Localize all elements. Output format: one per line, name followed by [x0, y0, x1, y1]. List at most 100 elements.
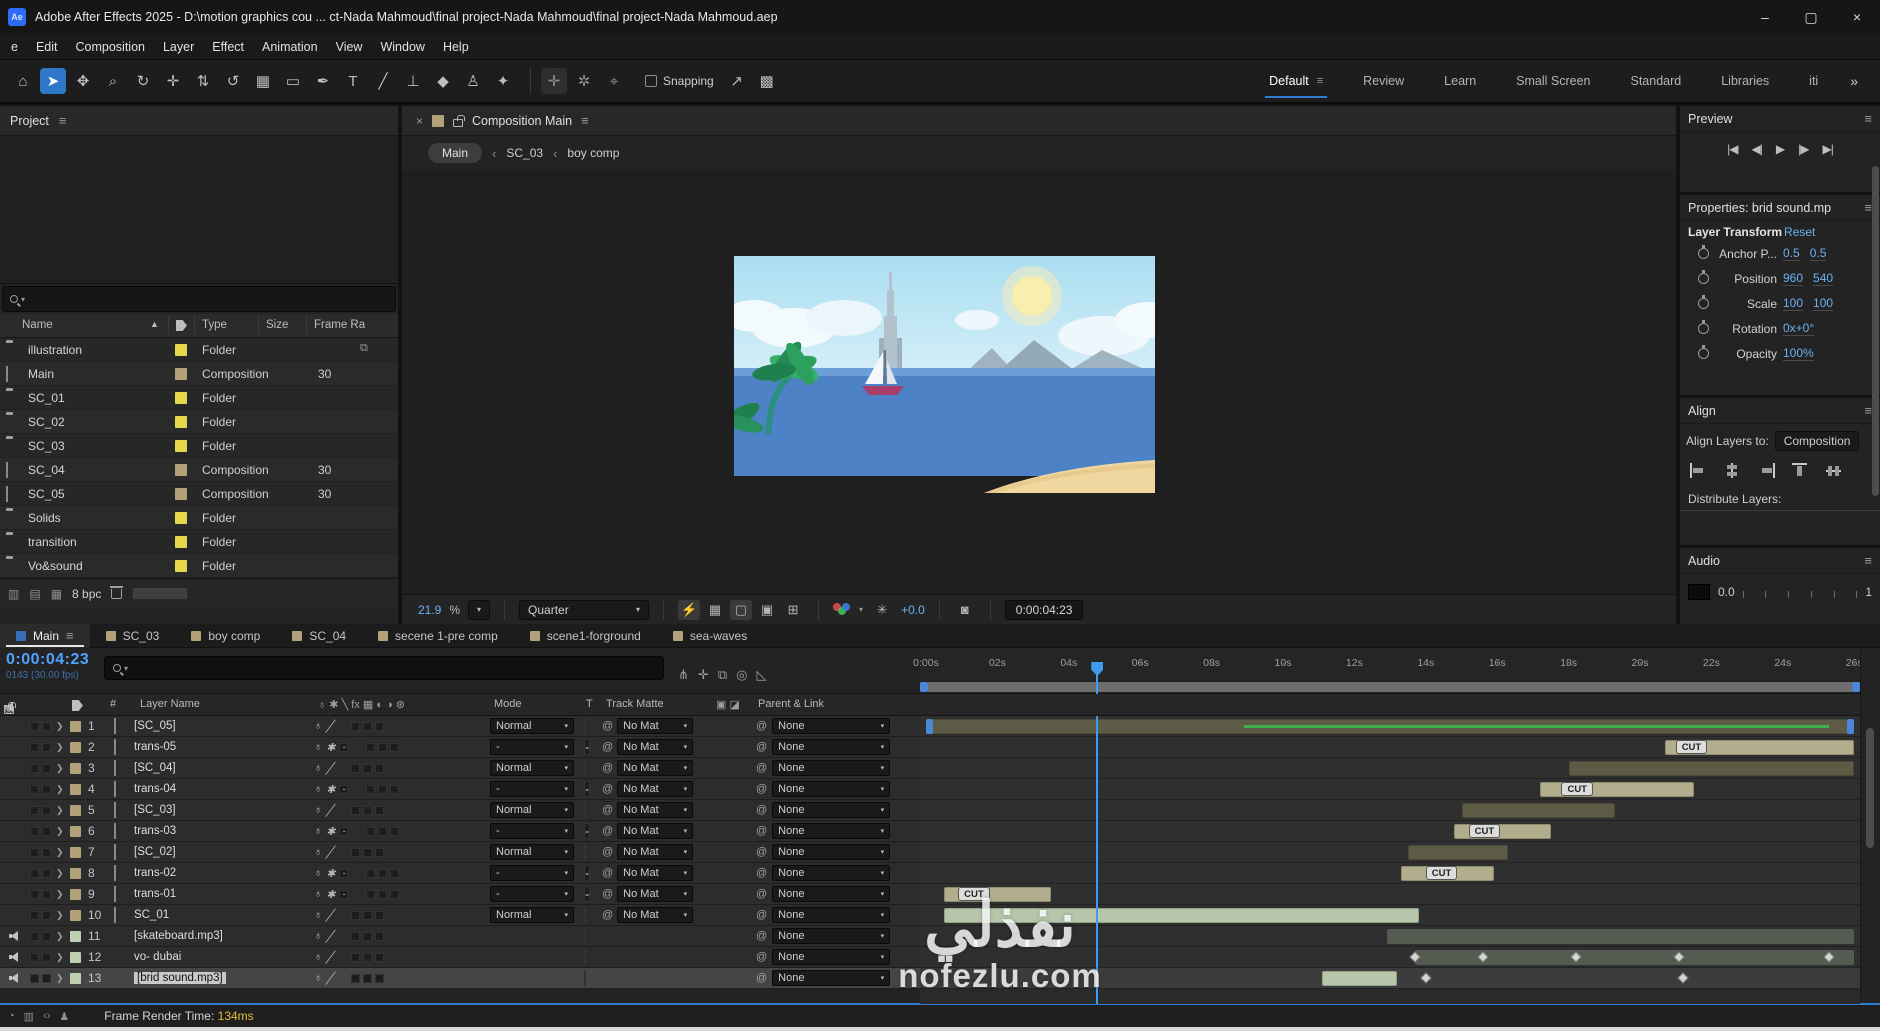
interpret-footage-icon[interactable]: ▥	[8, 587, 19, 601]
blend-mode-dropdown[interactable]: Normal▾	[490, 760, 584, 776]
last-frame-button[interactable]: ▶|	[1822, 142, 1832, 156]
solo-lock-toggles[interactable]	[30, 743, 56, 752]
lock-toggle[interactable]	[42, 953, 51, 962]
preserve-transparency-toggle[interactable]: -	[584, 740, 602, 754]
project-row[interactable]: SolidsFolder	[0, 506, 398, 530]
blend-mode-dropdown[interactable]: -▾	[490, 823, 584, 839]
work-area-start-handle[interactable]	[920, 682, 928, 692]
workspace-overflow-button[interactable]: »	[1838, 73, 1870, 89]
roto-brush-tool-icon[interactable]: ✦	[490, 68, 516, 94]
align-target-dropdown[interactable]: Composition	[1775, 431, 1860, 451]
timeline-tab-sc_03[interactable]: SC_03	[90, 624, 176, 648]
timeline-tab-sc_04[interactable]: SC_04	[276, 624, 362, 648]
view-axis-mode-icon[interactable]: ⌖	[601, 68, 627, 94]
cut-marker[interactable]: CUT	[1561, 782, 1593, 796]
lock-toggle[interactable]	[42, 764, 51, 773]
project-row[interactable]: SC_05Composition30	[0, 482, 398, 506]
project-row[interactable]: Vo&soundFolder	[0, 554, 398, 578]
parent-link-dropdown[interactable]: @None▾	[756, 739, 920, 755]
switch-box[interactable]	[378, 890, 387, 899]
preserve-transparency-toggle[interactable]	[584, 803, 602, 817]
layer-label-chip[interactable]	[70, 784, 88, 795]
parent-link-dropdown[interactable]: @None▾	[756, 907, 920, 923]
panel-menu-icon[interactable]: ≡	[59, 113, 67, 128]
solo-toggle[interactable]	[30, 974, 39, 983]
project-row[interactable]: illustrationFolder⧉	[0, 338, 398, 362]
switch-box[interactable]	[366, 743, 375, 752]
bit-depth-button[interactable]: 8 bpc	[72, 587, 101, 601]
preserve-transparency-toggle[interactable]	[584, 971, 602, 985]
layer-switches[interactable]: ♁✱-	[314, 741, 490, 754]
cut-marker[interactable]: CUT	[1426, 866, 1458, 880]
project-panel-tab[interactable]: Project	[10, 114, 49, 128]
switch-box[interactable]	[366, 869, 375, 878]
quality-icon[interactable]: ♁	[314, 909, 322, 921]
collaboration-icon[interactable]: ♟	[59, 1010, 69, 1023]
switch-box[interactable]	[363, 911, 372, 920]
layer-row[interactable]: ❯10SC_01♁╱Normal▾@No Mat▾@None▾	[0, 905, 920, 926]
breadcrumb-item[interactable]: boy comp	[567, 146, 619, 160]
layer-label-chip[interactable]	[70, 847, 88, 858]
solo-lock-toggles[interactable]	[30, 827, 56, 836]
workspace-tab-review[interactable]: Review	[1343, 59, 1424, 103]
solo-lock-toggles[interactable]	[30, 722, 56, 731]
project-list-header[interactable]: Name ▲ Type Size Frame Ra	[0, 314, 398, 338]
draft-3d-icon[interactable]: ✛	[698, 667, 709, 683]
properties-panel-title[interactable]: Properties: brid sound.mp	[1688, 201, 1831, 215]
panel-menu-icon[interactable]: ≡	[1864, 553, 1872, 568]
reset-link[interactable]: Reset	[1784, 225, 1815, 239]
expand-arrow-icon[interactable]: ❯	[56, 973, 70, 984]
stopwatch-icon[interactable]	[1698, 248, 1709, 259]
current-timecode[interactable]: 0:00:04:23	[6, 651, 104, 669]
parent-link-dropdown[interactable]: @None▾	[756, 928, 920, 944]
time-ruler[interactable]: 0:00s02s04s06s08s10s12s14s16s18s20s22s24…	[920, 648, 1860, 680]
pickwhip-icon[interactable]: @	[602, 762, 613, 774]
timeline-tab-boy-comp[interactable]: boy comp	[175, 624, 276, 648]
panel-menu-icon[interactable]: ≡	[66, 628, 74, 643]
camera-tool-icon[interactable]: ▦	[250, 68, 276, 94]
solo-lock-toggles[interactable]	[30, 785, 56, 794]
orbit-camera-tool-icon[interactable]: ↻	[130, 68, 156, 94]
effects-icon[interactable]: ✱	[326, 783, 335, 796]
snapshot-icon[interactable]: ◙	[954, 600, 976, 620]
switch-box[interactable]	[366, 827, 375, 836]
property-value[interactable]: 540	[1813, 271, 1833, 286]
track-matte-dropdown[interactable]: @No Mat▾	[602, 781, 714, 797]
layer-label-chip[interactable]	[70, 868, 88, 879]
effects-icon[interactable]: ✱	[326, 741, 335, 754]
playhead-line-ruler[interactable]	[1096, 674, 1098, 694]
solo-toggle[interactable]	[30, 785, 39, 794]
property-value[interactable]: 100	[1813, 296, 1833, 311]
new-folder-icon[interactable]: ▤	[29, 587, 40, 601]
parent-link-dropdown[interactable]: @None▾	[756, 781, 920, 797]
solo-toggle[interactable]	[30, 743, 39, 752]
layer-bar-row[interactable]	[920, 905, 1860, 926]
layer-row[interactable]: ❯2trans-05♁✱--▾-@No Mat▾@None▾	[0, 737, 920, 758]
grid-guides-icon[interactable]: ⊞	[782, 600, 804, 620]
hand-tool-icon[interactable]: ✥	[70, 68, 96, 94]
switch-box[interactable]	[366, 785, 375, 794]
quality-icon[interactable]: ♁	[314, 867, 322, 879]
expressions-icon[interactable]: ‹›	[43, 1010, 50, 1023]
parent-link-dropdown[interactable]: @None▾	[756, 760, 920, 776]
layer-name[interactable]: vo- dubai	[134, 951, 314, 963]
label-color-chip[interactable]	[175, 344, 187, 356]
multi-frame-rendering-icon[interactable]: ▥	[24, 1010, 34, 1023]
pickwhip-icon[interactable]: @	[756, 909, 767, 921]
effects-icon[interactable]: ✱	[326, 867, 335, 880]
lock-toggle[interactable]	[42, 911, 51, 920]
keyframe-diamond[interactable]	[1677, 972, 1688, 983]
solo-toggle[interactable]	[30, 953, 39, 962]
switch-box[interactable]	[363, 722, 372, 731]
solo-lock-toggles[interactable]	[30, 974, 56, 983]
quality-slash-icon[interactable]: ╱	[326, 846, 333, 859]
effects-icon[interactable]: ✱	[326, 825, 335, 838]
exposure-icon[interactable]: ✳	[871, 600, 893, 620]
preserve-transparency-toggle[interactable]: -	[584, 782, 602, 796]
track-matte-dropdown[interactable]: @No Mat▾	[602, 718, 714, 734]
pickwhip-icon[interactable]: @	[602, 720, 613, 732]
project-search-input[interactable]: ▾	[2, 286, 396, 312]
layer-name[interactable]: trans-02	[134, 867, 314, 879]
preview-panel-title[interactable]: Preview	[1688, 112, 1732, 126]
solo-lock-toggles[interactable]	[30, 890, 56, 899]
